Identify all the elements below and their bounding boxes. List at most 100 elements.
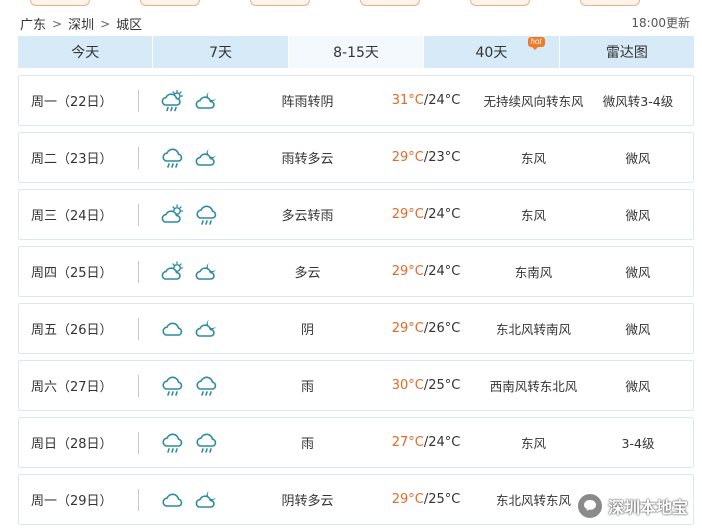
- low-temp: /24°C: [423, 207, 461, 222]
- cloud-moon-icon: [195, 490, 216, 508]
- wind-direction: 东南风: [514, 265, 553, 280]
- top-tab-ghost: [470, 0, 530, 6]
- wechat-icon: [577, 494, 602, 518]
- low-temp: /25°C: [423, 378, 461, 393]
- temperature: 30°C/25°C: [376, 378, 476, 393]
- wind-level: 3-4级: [621, 436, 655, 451]
- tab-label: 雷达图: [605, 45, 648, 61]
- low-temp: /24°C: [423, 264, 461, 279]
- tab-label: 7天: [209, 45, 233, 61]
- weather-icons: [141, 260, 239, 284]
- low-temp: /24°C: [423, 93, 461, 108]
- wind-direction: 西南风转东北风: [489, 379, 578, 394]
- rain-icon: [162, 376, 183, 396]
- low-temp: /25°C: [423, 492, 461, 507]
- wind-direction: 无持续风向转东风: [483, 94, 584, 109]
- cloud-moon-icon: [195, 319, 216, 337]
- top-tab-ghost: [360, 0, 420, 6]
- tab-label: 今天: [71, 45, 100, 61]
- tab-label: 8-15天: [333, 45, 379, 61]
- forecast-row[interactable]: 周五（26日） 阴 29°C/26°C 东北风转南风 微风: [18, 303, 694, 354]
- forecast-row[interactable]: 周一（22日） 阵雨转阴 31°C/24°C 无持续风向转东风 微风转3-4级: [18, 75, 694, 126]
- wind-direction: 东风: [520, 208, 546, 223]
- rain-icon: [196, 376, 217, 396]
- weather-icons: [141, 146, 239, 170]
- high-temp: 30°C: [391, 378, 424, 393]
- partly-cloudy-icon: [161, 260, 184, 280]
- wind-direction: 东北风转东风: [495, 493, 571, 508]
- wind-direction: 东风: [520, 151, 546, 166]
- day-label: 周四（25日）: [19, 247, 141, 296]
- weather-icons: [141, 203, 239, 227]
- tab-7-days[interactable]: 7天: [153, 36, 289, 68]
- forecast-row[interactable]: 周四（25日） 多云 29°C/24°C 东南风 微风: [18, 246, 694, 297]
- high-temp: 29°C: [391, 492, 424, 507]
- day-label: 周六（27日）: [19, 361, 141, 410]
- high-temp: 29°C: [391, 207, 424, 222]
- breadcrumb-province[interactable]: 广东: [20, 14, 46, 33]
- weather-icons: [141, 89, 239, 113]
- forecast-row[interactable]: 周日（28日） 雨 27°C/24°C 东风 3-4级: [18, 417, 694, 468]
- high-temp: 29°C: [391, 264, 424, 279]
- weather-icons: [141, 374, 239, 398]
- tab-40-days[interactable]: 40天 hot: [424, 36, 560, 68]
- weather-description: 多云: [294, 266, 321, 281]
- tab-label: 40天: [475, 45, 508, 61]
- weather-description: 阴转多云: [281, 494, 334, 509]
- wind-level: 微风: [625, 265, 651, 280]
- cloud-icon: [162, 322, 183, 336]
- temperature: 29°C/23°C: [376, 150, 476, 165]
- rain-icon: [196, 433, 217, 453]
- high-temp: 27°C: [391, 435, 424, 450]
- breadcrumb: 广东 > 深圳 > 城区: [20, 14, 143, 34]
- forecast-row[interactable]: 周六（27日） 雨 30°C/25°C 西南风转东北风 微风: [18, 360, 694, 411]
- breadcrumb-separator: >: [100, 16, 111, 31]
- weather-description: 阵雨转阴: [281, 95, 334, 110]
- day-label: 周三（24日）: [19, 190, 141, 239]
- breadcrumb-separator: >: [52, 16, 63, 31]
- day-label: 周一（29日）: [19, 475, 141, 524]
- temperature: 29°C/25°C: [376, 492, 476, 507]
- forecast-tabs: 今天 7天 8-15天 40天 hot 雷达图: [18, 36, 694, 68]
- rain-icon: [162, 148, 183, 168]
- day-label: 周一（22日）: [19, 76, 141, 125]
- high-temp: 31°C: [391, 93, 424, 108]
- watermark-text: 深圳本地宝: [607, 498, 688, 517]
- weather-description: 多云转雨: [281, 209, 334, 224]
- low-temp: /24°C: [423, 435, 461, 450]
- breadcrumb-city[interactable]: 深圳: [68, 14, 94, 33]
- day-label: 周二（23日）: [19, 133, 141, 182]
- weather-icons: [141, 317, 239, 341]
- high-temp: 29°C: [391, 150, 424, 165]
- forecast-list: 周一（22日） 阵雨转阴 31°C/24°C 无持续风向转东风 微风转3-4级 …: [18, 75, 694, 530]
- top-tab-ghost: [30, 0, 90, 6]
- top-strip: [0, 0, 702, 8]
- breadcrumb-district: 城区: [116, 18, 143, 33]
- weather-description: 阴: [300, 323, 314, 338]
- forecast-row[interactable]: 周三（24日） 多云转雨 29°C/24°C 东风 微风: [18, 189, 694, 240]
- partly-cloudy-icon: [161, 203, 184, 223]
- forecast-row[interactable]: 周二（23日） 雨转多云 29°C/23°C 东风 微风: [18, 132, 694, 183]
- weather-icons: [141, 488, 239, 512]
- cloud-moon-icon: [195, 91, 216, 109]
- rain-icon: [162, 433, 183, 453]
- rain-sun-icon: [161, 89, 184, 111]
- wind-direction: 东北风转南风: [495, 322, 571, 337]
- top-tab-ghost: [580, 0, 640, 6]
- tab-today[interactable]: 今天: [18, 36, 154, 68]
- weather-icons: [141, 431, 239, 455]
- wind-level: 微风转3-4级: [602, 94, 674, 109]
- cloud-moon-icon: [195, 148, 216, 166]
- weather-description: 雨: [300, 380, 314, 395]
- top-tab-ghost: [140, 0, 200, 6]
- tab-radar[interactable]: 雷达图: [560, 36, 694, 68]
- wind-direction: 东风: [520, 436, 546, 451]
- wind-level: 微风: [625, 322, 651, 337]
- update-time: 18:00更新: [631, 16, 690, 30]
- high-temp: 29°C: [391, 321, 424, 336]
- cloud-moon-icon: [195, 262, 216, 280]
- wind-level: 微风: [625, 208, 651, 223]
- day-label: 周五（26日）: [19, 304, 141, 353]
- temperature: 29°C/26°C: [376, 321, 476, 336]
- tab-8-15-days[interactable]: 8-15天: [288, 36, 425, 68]
